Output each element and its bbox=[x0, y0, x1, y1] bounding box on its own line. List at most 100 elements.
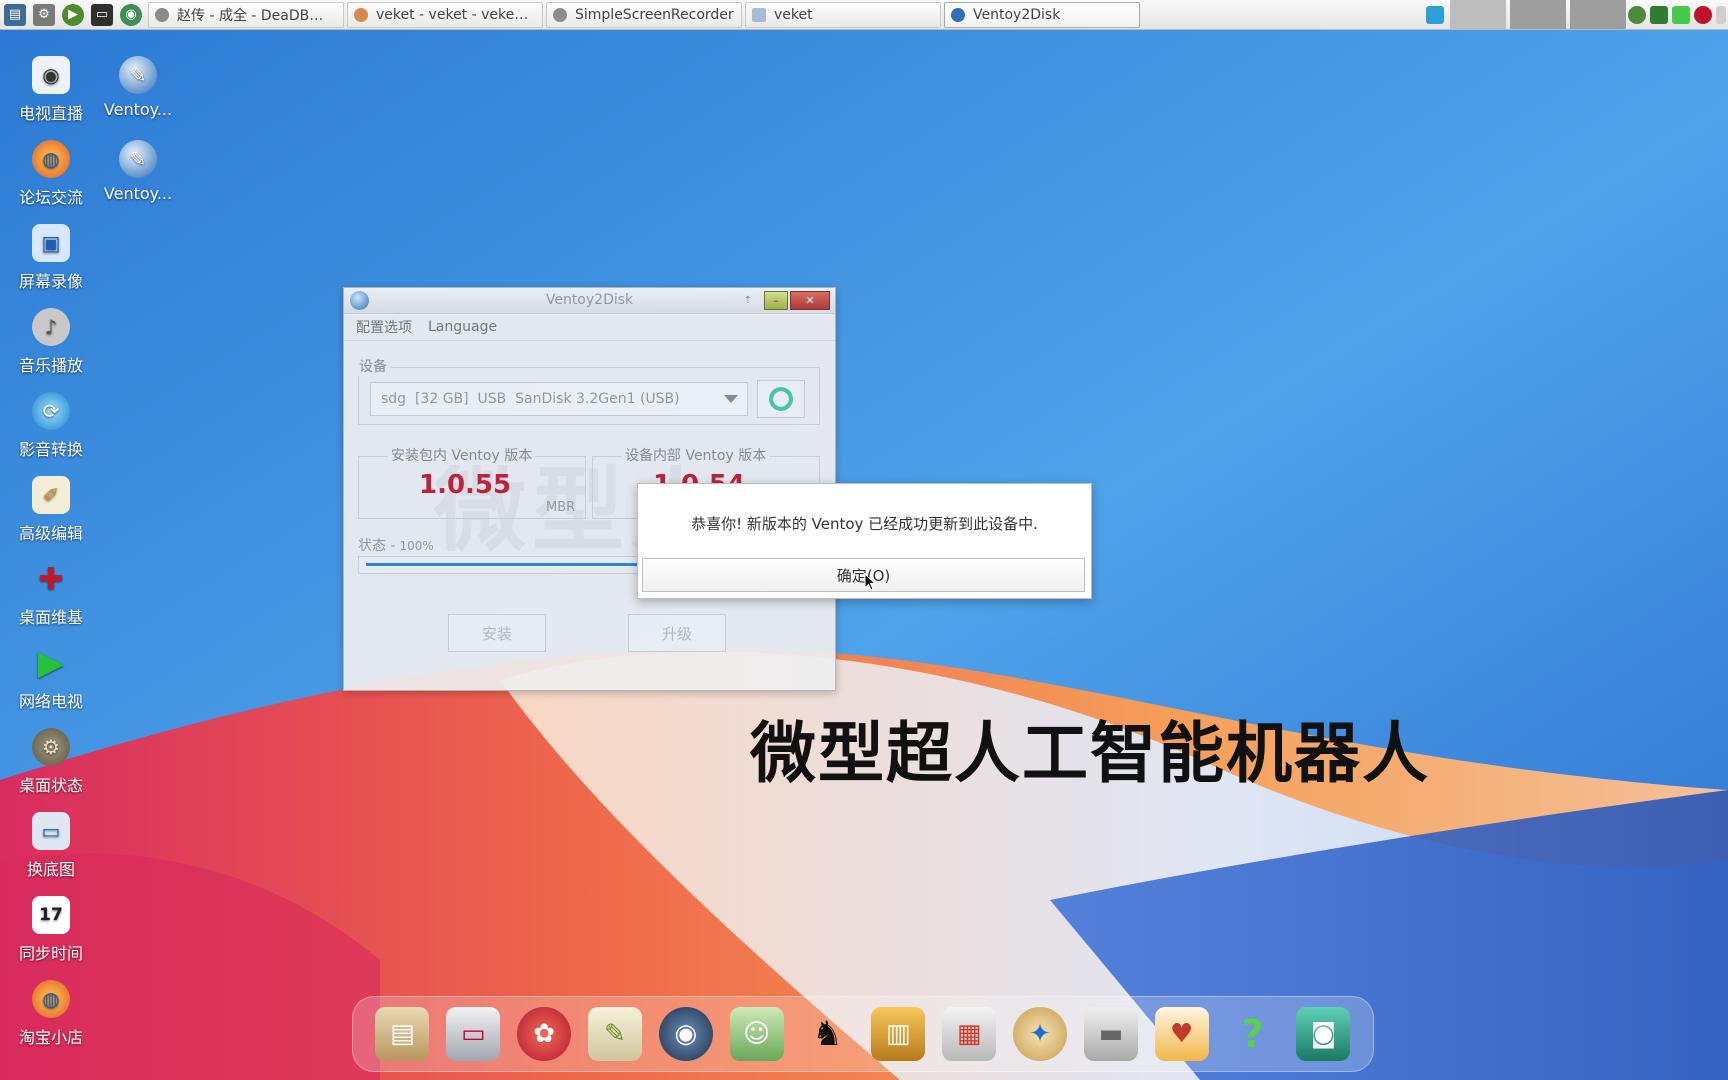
play-icon: ▶ bbox=[37, 643, 65, 683]
desktop-icon-label: 影音转换 bbox=[18, 440, 83, 459]
task-item[interactable]: veket bbox=[745, 1, 941, 28]
task-item[interactable]: 赵传 - 成全 - DeaDB… bbox=[148, 1, 344, 28]
refresh-icon bbox=[769, 387, 793, 411]
status-row: 状态 -100% bbox=[358, 535, 434, 555]
notebook-icon[interactable]: ▥ bbox=[871, 1007, 926, 1061]
presentation-icon[interactable]: ▦ bbox=[942, 1007, 997, 1061]
desktop-icon-label: Ventoy... bbox=[103, 184, 173, 203]
device-select-value: sdg [32 GB] USB SanDisk 3.2Gen1 (USB) bbox=[381, 391, 680, 407]
desktop-icon-editor[interactable]: ✐ 高级编辑 bbox=[9, 476, 93, 544]
dialog-message: 恭喜你! 新版本的 Ventoy 已经成功更新到此设备中. bbox=[691, 515, 1038, 533]
status-percent: 100% bbox=[399, 539, 434, 553]
globe-icon[interactable]: ◉ bbox=[120, 3, 142, 26]
desktop-icon-label: 网络电视 bbox=[18, 692, 83, 711]
bottom-dock: ▤ ▭ ✿ ✎ ◉ ☺ ♞ ▥ ▦ ✦ ▬ ♥ ? ◙ bbox=[352, 996, 1374, 1072]
play-icon[interactable] bbox=[1628, 5, 1646, 24]
battery-icon[interactable] bbox=[1672, 5, 1690, 24]
desktop-icon-net-tv[interactable]: ▶ 网络电视 bbox=[9, 643, 93, 712]
notes-icon[interactable]: ✎ bbox=[587, 1007, 642, 1061]
firefox-icon: ◍ bbox=[32, 140, 70, 178]
record-icon[interactable] bbox=[1694, 5, 1712, 24]
desktop-icon-wiki[interactable]: ✚ 桌面维基 bbox=[9, 560, 93, 628]
menu-config-options[interactable]: 配置选项 bbox=[356, 317, 412, 337]
tray-slot[interactable] bbox=[1450, 0, 1506, 29]
media-icon bbox=[155, 7, 169, 22]
device-version-label: 设备内部 Ventoy 版本 bbox=[622, 445, 770, 465]
desktop-icon-label: 电视直播 bbox=[18, 104, 83, 123]
task-item[interactable]: veket - veket - veke… bbox=[347, 1, 543, 28]
desktop-icon-ventoy-1[interactable]: ✎ Ventoy... bbox=[96, 56, 180, 119]
tray-slot[interactable] bbox=[1510, 0, 1566, 29]
desktop-icon-label: 论坛交流 bbox=[18, 188, 83, 207]
desktop-icon-screen-record[interactable]: ▣ 屏幕录像 bbox=[9, 224, 93, 292]
refresh-button[interactable] bbox=[757, 380, 805, 418]
window-titlebar[interactable]: Ventoy2Disk ⇡ – ✕ bbox=[344, 288, 835, 314]
system-monitor-icon[interactable]: ▤ bbox=[4, 3, 26, 26]
computer-icon[interactable]: ▭ bbox=[446, 1007, 501, 1061]
task-item[interactable]: Ventoy2Disk bbox=[944, 1, 1140, 28]
desktop-icon-label: 淘宝小店 bbox=[18, 1028, 83, 1047]
task-label: Ventoy2Disk bbox=[973, 6, 1061, 23]
qq-penguin-icon[interactable]: ♞ bbox=[800, 1007, 854, 1061]
install-button[interactable]: 安装 bbox=[448, 614, 546, 652]
convert-icon: ⟳ bbox=[32, 392, 70, 430]
close-button[interactable]: ✕ bbox=[790, 291, 830, 310]
package-version-label: 安装包内 Ventoy 版本 bbox=[388, 445, 536, 465]
speaker-icon: ♪ bbox=[32, 308, 70, 346]
pin-icon[interactable]: ⇡ bbox=[742, 295, 754, 307]
veket-mascot-icon[interactable]: ♥ bbox=[1154, 1007, 1209, 1061]
browser-icon bbox=[354, 7, 368, 22]
tray-slot[interactable] bbox=[1570, 0, 1626, 29]
ventoy-icon bbox=[951, 7, 965, 22]
quick-launch: ▤ ⚙ ▶ ▭ ◉ bbox=[0, 3, 142, 26]
camera-icon[interactable]: ◙ bbox=[1296, 1007, 1351, 1061]
media-player-icon[interactable]: ◉ bbox=[658, 1007, 713, 1061]
volume-icon[interactable] bbox=[1716, 5, 1726, 24]
desktop-icon-tv[interactable]: ◉ 电视直播 bbox=[9, 56, 93, 124]
device-select[interactable]: sdg [32 GB] USB SanDisk 3.2Gen1 (USB) bbox=[370, 382, 748, 416]
top-taskbar: ▤ ⚙ ▶ ▭ ◉ 赵传 - 成全 - DeaDB… veket - veket… bbox=[0, 0, 1728, 30]
desktop-icon-label: 桌面维基 bbox=[18, 608, 83, 627]
paint-icon[interactable]: ✦ bbox=[1013, 1007, 1068, 1061]
file-manager-icon[interactable]: ▤ bbox=[375, 1007, 430, 1061]
desktop-icon-sync-time[interactable]: 17 同步时间 bbox=[9, 896, 93, 964]
network-icon[interactable] bbox=[1426, 5, 1444, 24]
task-item[interactable]: SimpleScreenRecorder bbox=[546, 1, 742, 28]
desktop-icon-shop[interactable]: ◍ 淘宝小店 bbox=[9, 980, 93, 1048]
partition-style-label: MBR bbox=[546, 500, 576, 515]
play-icon[interactable]: ▶ bbox=[62, 3, 84, 26]
editor-icon: ✐ bbox=[32, 476, 70, 514]
desktop-icon-label: 换底图 bbox=[26, 860, 75, 879]
settings-icon[interactable]: ⚙ bbox=[33, 3, 55, 26]
calendar-icon: 17 bbox=[32, 896, 70, 934]
browser-mascot-icon[interactable]: ✿ bbox=[517, 1007, 572, 1061]
desktop-icon-label: 桌面状态 bbox=[18, 776, 83, 795]
desktop-icon-music[interactable]: ♪ 音乐播放 bbox=[9, 308, 93, 376]
status-icon: ⚙ bbox=[32, 728, 70, 766]
monitor-icon: ▭ bbox=[32, 812, 70, 850]
tv-icon: ◉ bbox=[32, 56, 70, 94]
desktop-icon-label: 音乐播放 bbox=[18, 356, 83, 375]
firefox-icon: ◍ bbox=[32, 980, 70, 1018]
device-group-label: 设备 bbox=[356, 356, 390, 376]
terminal-icon[interactable]: ▭ bbox=[91, 3, 113, 26]
desktop-icon-forum[interactable]: ◍ 论坛交流 bbox=[9, 140, 93, 208]
task-label: 赵传 - 成全 - DeaDB… bbox=[177, 7, 324, 24]
desktop-icon-convert[interactable]: ⟳ 影音转换 bbox=[9, 392, 93, 460]
desktop-icon-ventoy-2[interactable]: ✎ Ventoy... bbox=[96, 140, 180, 203]
status-label: 状态 - bbox=[358, 538, 396, 554]
task-label: SimpleScreenRecorder bbox=[575, 6, 734, 23]
desktop-icon-label: 同步时间 bbox=[18, 944, 83, 963]
ventoy-icon: ✎ bbox=[119, 56, 157, 94]
minimize-button[interactable]: – bbox=[764, 291, 788, 310]
desktop-icon-label: 屏幕录像 bbox=[18, 272, 83, 291]
menu-language[interactable]: Language bbox=[428, 319, 497, 335]
desktop-icon-wallpaper[interactable]: ▭ 换底图 bbox=[9, 812, 93, 880]
users-icon[interactable]: ☺ bbox=[729, 1007, 784, 1061]
cpu-meter-icon[interactable] bbox=[1650, 5, 1668, 24]
usb-drive-icon[interactable]: ▬ bbox=[1083, 1007, 1138, 1061]
screen-record-icon: ▣ bbox=[32, 224, 70, 262]
help-icon[interactable]: ? bbox=[1226, 1007, 1280, 1061]
upgrade-button[interactable]: 升级 bbox=[628, 614, 726, 652]
desktop-icon-status[interactable]: ⚙ 桌面状态 bbox=[9, 728, 93, 796]
